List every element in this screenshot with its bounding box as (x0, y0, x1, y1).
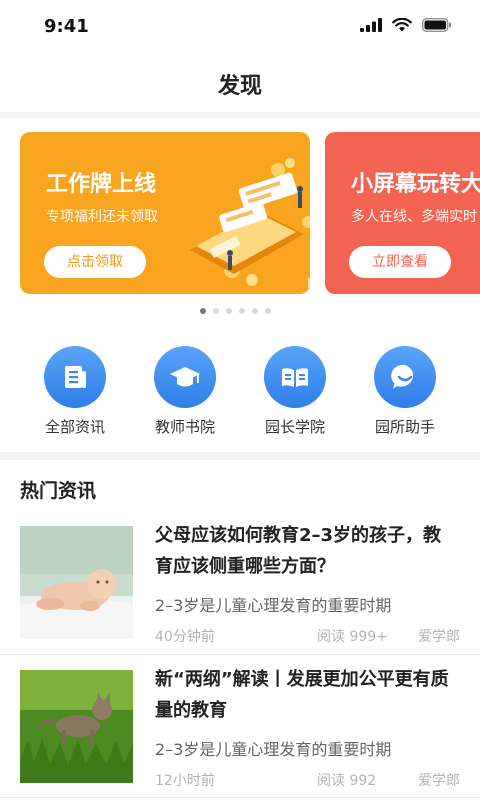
news-divider (0, 654, 480, 655)
hot-news-heading: 热门资讯 (20, 480, 97, 502)
open-book-icon (282, 368, 308, 387)
graduation-cap-icon (170, 367, 200, 387)
chat-bubble-icon (391, 364, 414, 389)
banner-card-badge[interactable]: 工作牌上线 专项福利还未领取 点击领取 (20, 132, 310, 294)
quick-link-circle (374, 346, 436, 408)
status-time: 9:41 (44, 16, 89, 37)
news-divider (0, 797, 480, 798)
banner-subtitle: 专项福利还未领取 (46, 209, 158, 225)
signal-icon (360, 18, 382, 32)
news-read-count: 阅读 992 (317, 773, 377, 789)
baby-photo (20, 526, 133, 639)
news-read-count: 阅读 999+ (317, 629, 388, 645)
carousel-dot-active[interactable] (200, 308, 206, 314)
status-icons (360, 18, 452, 32)
quick-link-label: 园所助手 (374, 418, 435, 436)
news-item[interactable]: 父母应该如何教育2–3岁的孩子，教育应该侧重哪些方面？ 2–3岁是儿童心理发育的… (0, 525, 480, 666)
kitten-photo (20, 670, 133, 783)
news-item[interactable]: 新“两纲”解读丨发展更加公平更有质量的教育 2–3岁是儿童心理发育的重要时期 1… (0, 669, 480, 800)
quick-link-circle (154, 346, 216, 408)
quick-link-teacher-academy[interactable]: 教师书院 (130, 346, 240, 437)
news-description: 2–3岁是儿童心理发育的重要时期 (155, 596, 392, 615)
phone-illustration (190, 158, 310, 288)
quick-link-all-news[interactable]: 全部资讯 (20, 346, 130, 437)
banner-title: 工作牌上线 (46, 172, 157, 197)
news-thumbnail-kitten (20, 670, 133, 783)
banner-carousel[interactable]: 工作牌上线 专项福利还未领取 点击领取 小屏幕玩转大 多人在线、多端实时 立即查… (0, 132, 480, 296)
carousel-dot[interactable] (213, 308, 219, 314)
quick-link-label: 全部资讯 (44, 418, 105, 436)
news-source: 爱学郎 (418, 629, 460, 645)
news-title: 新“两纲”解读丨发展更加公平更有质量的教育 (155, 669, 449, 721)
carousel-indicator (200, 308, 271, 314)
banner-card-small-screen[interactable]: 小屏幕玩转大 多人在线、多端实时 立即查看 (325, 132, 480, 294)
quick-link-circle (264, 346, 326, 408)
battery-icon (422, 18, 451, 32)
carousel-dot[interactable] (239, 308, 245, 314)
carousel-dot[interactable] (226, 308, 232, 314)
news-time: 12小时前 (155, 773, 215, 789)
news-thumbnail-baby (20, 526, 133, 639)
section-divider (0, 452, 480, 460)
carousel-dot[interactable] (265, 308, 271, 314)
quick-link-label: 园长学院 (264, 418, 325, 436)
quick-link-label: 教师书院 (154, 418, 215, 436)
nav-divider (0, 112, 480, 118)
news-source: 爱学郎 (418, 773, 460, 789)
news-title: 父母应该如何教育2–3岁的孩子，教育应该侧重哪些方面？ (155, 525, 442, 577)
quick-link-kindergarten-assistant[interactable]: 园所助手 (350, 346, 460, 437)
document-icon (65, 366, 86, 388)
news-description: 2–3岁是儿童心理发育的重要时期 (155, 740, 392, 759)
page-title: 发现 (217, 74, 262, 99)
view-now-button[interactable]: 立即查看 (349, 246, 451, 278)
quick-link-circle (44, 346, 106, 408)
claim-button[interactable]: 点击领取 (44, 246, 146, 278)
status-bar: 9:41 (0, 0, 480, 56)
banner-title: 小屏幕玩转大 (351, 172, 480, 197)
banner-subtitle: 多人在线、多端实时 (351, 209, 477, 225)
news-time: 40分钟前 (155, 629, 215, 645)
carousel-dot[interactable] (252, 308, 258, 314)
wifi-icon (392, 18, 412, 32)
quick-link-principal-academy[interactable]: 园长学院 (240, 346, 350, 437)
quick-links: 全部资讯 教师书院 园长学院 园所助手 (0, 346, 480, 442)
